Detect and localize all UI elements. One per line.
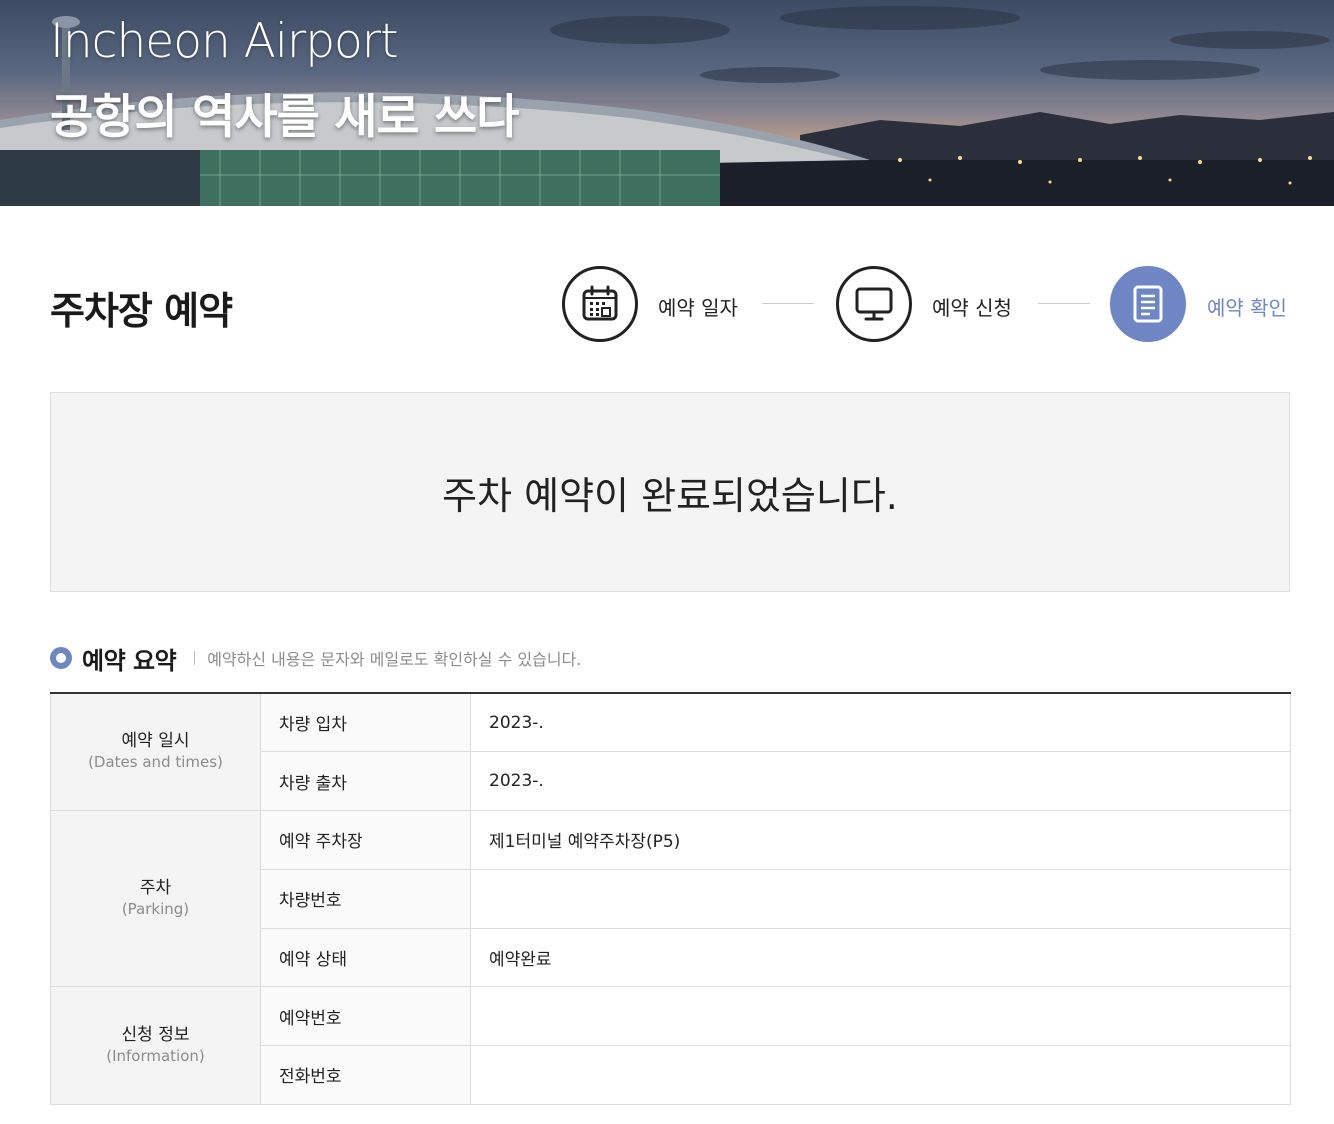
row-value [470,986,1291,1046]
hero-title-ko: 공항의 역사를 새로 쓰다 [50,90,519,145]
step-2-label: 예약 신청 [932,296,1012,320]
row-label: 예약번호 [260,986,471,1046]
table-row: 신청 정보 (Information) 예약번호 [50,986,1291,1105]
bullet-ring-icon [50,647,72,669]
group-cell-parking: 주차 (Parking) [50,809,261,988]
step-divider [762,303,814,304]
row-value: 제1터미널 예약주차장(P5) [470,810,1291,870]
row-label: 차량 입차 [260,692,471,753]
group-cell-information: 신청 정보 (Information) [50,986,261,1105]
group-name-en: (Dates and times) [88,753,223,771]
group-name-en: (Parking) [121,899,190,918]
completion-message: 주차 예약이 완료되었습니다. [442,473,898,518]
calendar-icon [582,285,618,321]
row-value: 예약완료 [470,927,1291,988]
group-name: 예약 일시 [121,731,190,751]
row-value: 2023-. [470,751,1291,811]
completion-box: 주차 예약이 완료되었습니다. [50,392,1290,592]
row-label: 예약 주차장 [260,810,471,870]
progress-steps: 예약 일자 예약 신청 예약 확인 [562,266,1290,342]
group-name: 신청 정보 [121,1024,190,1045]
document-icon [1133,285,1163,323]
summary-title: 예약 요약 [82,646,177,675]
monitor-icon [855,287,893,321]
row-label: 예약 상태 [260,927,471,988]
step-3-circle [1110,266,1186,342]
hero-title-en: Incheon Airport [50,14,399,69]
step-1-circle [562,266,638,342]
reservation-summary-table: 예약 일시 (Dates and times) 차량 입차 2023-. 차량 … [50,692,1291,1105]
step-2-circle [836,266,912,342]
row-value [470,868,1291,929]
summary-note: 예약하신 내용은 문자와 메일로도 확인하실 수 있습니다. [207,650,582,669]
hero-banner: Incheon Airport 공항의 역사를 새로 쓰다 [0,0,1334,206]
group-cell-datetime: 예약 일시 (Dates and times) [50,692,261,811]
row-label: 차량번호 [260,868,471,929]
row-value [470,1045,1291,1105]
group-name: 주차 [139,877,172,898]
heading-divider [194,651,196,665]
table-row: 예약 일시 (Dates and times) 차량 입차 2023-. [50,692,1291,811]
step-3-label: 예약 확인 [1207,296,1287,320]
table-row: 주차 (Parking) 예약 주차장 제1터미널 예약주차장(P5) [50,809,1291,988]
row-label: 전화번호 [260,1045,471,1105]
row-value: 2023-. [470,692,1291,753]
step-1-label: 예약 일자 [658,296,738,320]
group-name-en: (Information) [106,1046,205,1065]
row-label: 차량 출차 [260,751,471,811]
step-divider [1038,303,1090,304]
summary-heading: 예약 요약 예약하신 내용은 문자와 메일로도 확인하실 수 있습니다. [50,642,582,675]
page-title: 주차장 예약 [50,289,233,333]
